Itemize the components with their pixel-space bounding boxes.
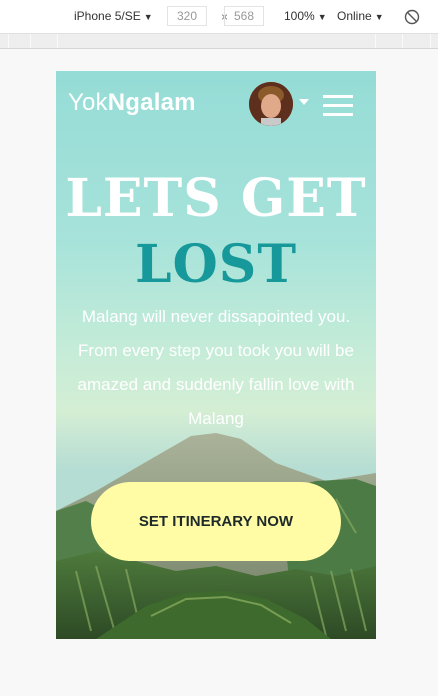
media-query-ruler[interactable] [0,34,438,49]
hamburger-menu-icon[interactable] [323,95,353,117]
network-select[interactable]: Online ▼ [337,9,384,23]
device-select-label: iPhone 5/SE [74,9,141,23]
network-select-label: Online [337,9,372,23]
zoom-select[interactable]: 100% ▼ [284,9,327,23]
network-caret-icon: ▼ [374,12,384,22]
width-input[interactable]: 320 [167,6,207,26]
rotate-icon[interactable] [404,9,420,25]
device-select[interactable]: iPhone 5/SE ▼ [74,9,153,23]
brand-logo-light: Yok [68,89,108,116]
set-itinerary-button[interactable]: SET ITINERARY NOW [91,482,341,561]
device-caret-icon: ▼ [143,12,153,22]
zoom-caret-icon: ▼ [317,12,327,22]
hero-headline-line2: LOST [134,234,298,295]
avatar-dropdown-icon[interactable] [299,99,309,105]
avatar-icon [249,82,293,126]
hero-headline-line1: LETS GET [65,168,367,229]
device-viewport: YokNgalam LETS GET LOST Malang will neve… [56,71,376,639]
brand-logo-bold: Ngalam [107,89,196,116]
hero-intro-text: Malang will never dissapointed you. From… [77,307,355,428]
height-input[interactable]: 568 [224,6,264,26]
user-avatar[interactable] [249,82,293,126]
device-toolbar: iPhone 5/SE ▼ 320 × 568 100% ▼ Online ▼ [0,0,438,34]
brand-logo[interactable]: YokNgalam [68,89,196,117]
zoom-select-label: 100% [284,9,315,23]
